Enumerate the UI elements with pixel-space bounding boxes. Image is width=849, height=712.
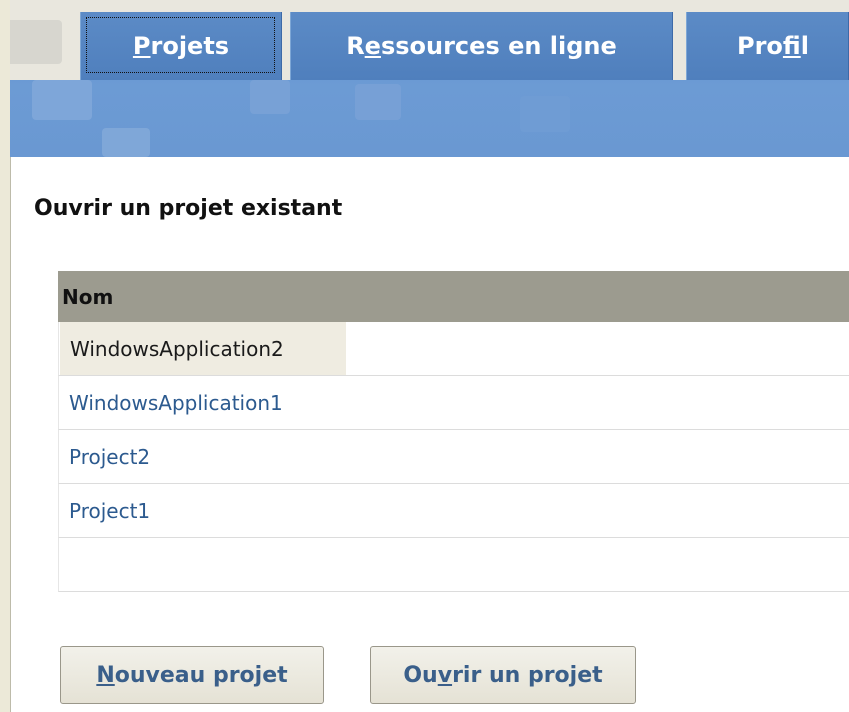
banner-decoration — [520, 96, 570, 132]
open-project-button[interactable]: Ouvrir un projet — [370, 646, 636, 704]
button-label: Nouveau projet — [96, 662, 288, 688]
tab-profil[interactable]: Profil — [686, 12, 849, 80]
column-header-nom[interactable]: Nom — [58, 271, 849, 322]
tab-ressources-en-ligne[interactable]: Ressources en ligne — [290, 12, 673, 80]
project-link[interactable]: WindowsApplication1 — [59, 376, 283, 429]
banner-decoration — [250, 80, 290, 114]
table-row[interactable]: WindowsApplication1 — [58, 376, 849, 430]
table-row-empty — [58, 538, 849, 592]
new-project-button[interactable]: Nouveau projet — [60, 646, 324, 704]
project-link[interactable]: Project2 — [59, 430, 150, 483]
projects-table: Nom WindowsApplication2 WindowsApplicati… — [58, 271, 849, 592]
banner-decoration — [355, 84, 401, 120]
project-link[interactable]: WindowsApplication2 — [60, 322, 346, 375]
section-title: Ouvrir un projet existant — [34, 196, 343, 221]
project-link[interactable]: Project1 — [59, 484, 150, 537]
table-row[interactable]: WindowsApplication2 — [58, 322, 849, 376]
table-row[interactable]: Project1 — [58, 484, 849, 538]
tab-label: Profil — [737, 32, 809, 60]
banner-decoration — [102, 128, 150, 157]
tab-label: Ressources en ligne — [346, 32, 617, 60]
tab-focus-outline — [86, 17, 275, 73]
table-row[interactable]: Project2 — [58, 430, 849, 484]
button-label: Ouvrir un projet — [403, 662, 603, 688]
banner-decoration — [32, 80, 92, 120]
banner-decoration — [10, 20, 62, 64]
